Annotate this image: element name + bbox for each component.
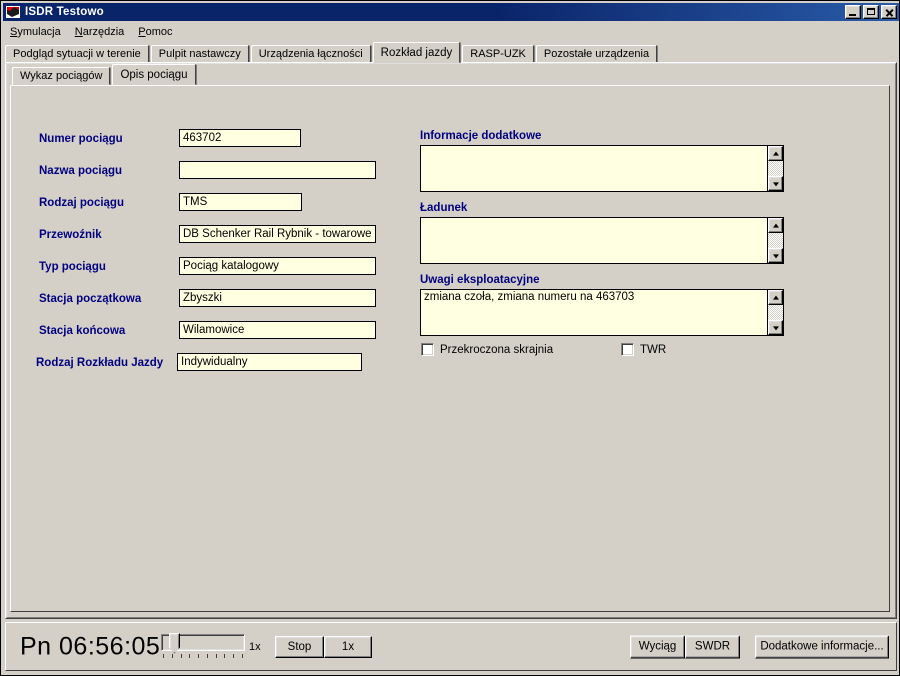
tab-podglad-sytuacji-w-terenie[interactable]: Podgląd sytuacji w terenie xyxy=(5,45,149,63)
tab-urzadzenia-lacznosci[interactable]: Urządzenia łączności xyxy=(250,45,371,63)
slider-ticks xyxy=(163,653,243,659)
checkbox-przekroczona-skrajnia-label: Przekroczona skrajnia xyxy=(440,343,554,356)
memo-uwagi-eksploatacyjne[interactable]: zmiana czoła, zmiana numeru na 463703 xyxy=(420,289,784,336)
tab-label: Rozkład jazdy xyxy=(380,46,453,59)
field-stacja-koncowa[interactable]: Wilamowice xyxy=(179,321,376,339)
application-window: ISDR Testowo Symulacja Narzędzia Pomoc P… xyxy=(0,0,900,676)
scroll-down-icon[interactable] xyxy=(768,176,783,191)
checkbox-twr-box[interactable] xyxy=(621,343,634,356)
heading-informacje-dodatkowe: Informacje dodatkowe xyxy=(420,130,542,142)
checkbox-przekroczona-skrajnia[interactable]: Przekroczona skrajnia xyxy=(421,343,553,356)
tab-opis-pociagu[interactable]: Opis pociągu xyxy=(112,64,196,85)
tab-wykaz-pociagow[interactable]: Wykaz pociągów xyxy=(12,67,111,85)
field-rodzaj-pociagu[interactable]: TMS xyxy=(179,193,302,211)
close-button[interactable] xyxy=(881,5,897,19)
minimize-button[interactable] xyxy=(845,5,861,19)
simulation-clock: Pn 06:56:05 xyxy=(20,632,161,660)
checkbox-przekroczona-skrajnia-box[interactable] xyxy=(421,343,434,356)
tab-rasp-uzk[interactable]: RASP-UZK xyxy=(462,45,534,63)
memo-uwagi-eksploatacyjne-scrollbar[interactable] xyxy=(767,290,783,335)
label-stacja-koncowa: Stacja końcowa xyxy=(39,325,126,337)
menu-item-pomoc-rest: omoc xyxy=(145,25,173,38)
menu-item-symulacja[interactable]: Symulacja xyxy=(3,25,68,39)
wyciag-button[interactable]: Wyciąg xyxy=(630,635,685,658)
label-stacja-poczatkowa: Stacja początkowa xyxy=(39,293,142,305)
status-bar: Pn 06:56:05 1x Stop 1x Wyciąg SWDR Dodat… xyxy=(5,622,897,671)
tab-label: Wykaz pociągów xyxy=(20,70,103,82)
field-nazwa-pociagu[interactable] xyxy=(179,161,376,179)
tab-label: Pulpit nastawczy xyxy=(158,48,241,60)
maximize-button[interactable] xyxy=(863,5,879,19)
window-title: ISDR Testowo xyxy=(25,6,104,18)
heading-ladunek: Ładunek xyxy=(420,202,468,214)
tab-label: Opis pociągu xyxy=(120,68,188,81)
field-przewoznik[interactable]: DB Schenker Rail Rybnik - towarowe xyxy=(179,225,376,243)
memo-uwagi-eksploatacyjne-text: zmiana czoła, zmiana numeru na 463703 xyxy=(424,291,635,303)
sub-tab-strip: Wykaz pociągów Opis pociągu xyxy=(12,64,198,85)
menu-item-symulacja-rest: ymulacja xyxy=(17,25,61,38)
label-przewoznik: Przewoźnik xyxy=(39,229,102,241)
checkbox-twr-label: TWR xyxy=(640,343,667,356)
main-panel: Wykaz pociągów Opis pociągu Numer pociąg… xyxy=(5,62,897,619)
tab-pulpit-nastawczy[interactable]: Pulpit nastawczy xyxy=(150,45,249,63)
memo-informacje-dodatkowe-scrollbar[interactable] xyxy=(767,146,783,191)
scroll-up-icon[interactable] xyxy=(768,146,783,161)
label-nazwa-pociagu: Nazwa pociągu xyxy=(39,165,123,177)
app-flag-icon xyxy=(5,5,21,19)
simulation-speed-slider[interactable] xyxy=(161,632,245,660)
window-controls xyxy=(845,5,899,19)
stop-button[interactable]: Stop xyxy=(275,635,324,658)
tab-rozklad-jazdy[interactable]: Rozkład jazdy xyxy=(372,42,461,63)
scroll-up-icon[interactable] xyxy=(768,290,783,305)
tab-label: Pozostałe urządzenia xyxy=(543,48,650,60)
heading-uwagi-eksploatacyjne: Uwagi eksploatacyjne xyxy=(420,274,540,286)
memo-ladunek[interactable] xyxy=(420,217,784,264)
dodatkowe-informacje-button[interactable]: Dodatkowe informacje... xyxy=(755,635,889,658)
label-rodzaj-pociagu: Rodzaj pociągu xyxy=(39,197,124,209)
field-rodzaj-rozkladu-jazdy[interactable]: Indywidualny xyxy=(177,353,362,371)
train-description-panel: Numer pociągu 463702 Nazwa pociągu Rodza… xyxy=(10,85,890,612)
title-bar: ISDR Testowo xyxy=(3,3,899,21)
scroll-up-icon[interactable] xyxy=(768,218,783,233)
tab-label: RASP-UZK xyxy=(470,48,526,60)
menu-item-pomoc[interactable]: Pomoc xyxy=(131,25,179,39)
scroll-down-icon[interactable] xyxy=(768,248,783,263)
menu-item-narzedzia[interactable]: Narzędzia xyxy=(68,25,132,39)
tab-label: Urządzenia łączności xyxy=(258,48,363,60)
scroll-down-icon[interactable] xyxy=(768,320,783,335)
tab-label: Podgląd sytuacji w terenie xyxy=(13,48,141,60)
field-typ-pociagu[interactable]: Pociąg katalogowy xyxy=(179,257,376,275)
main-tab-strip: Podgląd sytuacji w terenie Pulpit nastaw… xyxy=(5,42,897,63)
tab-pozostale-urzadzenia[interactable]: Pozostałe urządzenia xyxy=(535,45,658,63)
field-stacja-poczatkowa[interactable]: Zbyszki xyxy=(179,289,376,307)
menu-bar: Symulacja Narzędzia Pomoc xyxy=(3,23,899,40)
speed-value-label: 1x xyxy=(249,640,261,653)
memo-informacje-dodatkowe[interactable] xyxy=(420,145,784,192)
label-typ-pociagu: Typ pociągu xyxy=(39,261,106,273)
swdr-button[interactable]: SWDR xyxy=(685,635,740,658)
menu-item-narzedzia-rest: arzędzia xyxy=(82,25,125,38)
memo-ladunek-scrollbar[interactable] xyxy=(767,218,783,263)
checkbox-twr[interactable]: TWR xyxy=(621,343,666,356)
label-rodzaj-rozkladu-jazdy: Rodzaj Rozkładu Jazdy xyxy=(36,357,164,369)
field-numer-pociagu[interactable]: 463702 xyxy=(179,129,301,147)
label-numer-pociagu: Numer pociągu xyxy=(39,133,123,145)
speed-1x-button[interactable]: 1x xyxy=(324,635,372,658)
